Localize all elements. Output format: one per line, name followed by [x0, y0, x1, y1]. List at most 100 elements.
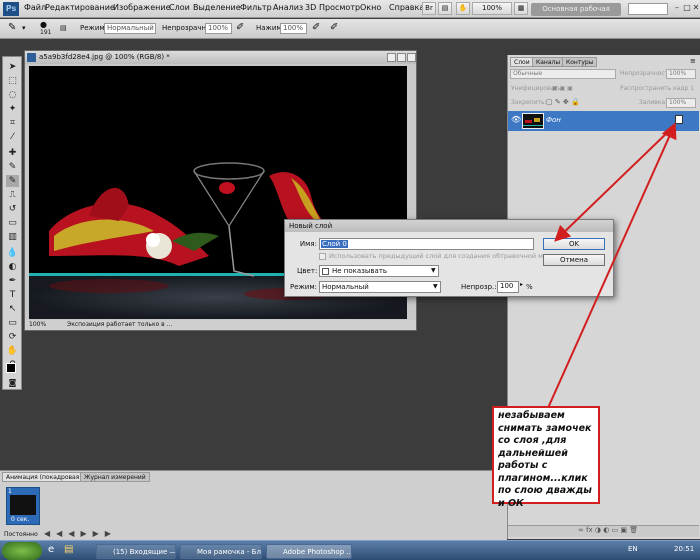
3d-rotate-icon[interactable]: ⟳: [6, 331, 19, 343]
menu-window[interactable]: Окно: [360, 3, 381, 12]
tab-paths[interactable]: Контуры: [562, 57, 598, 67]
panel-menu-icon[interactable]: ≡: [690, 57, 696, 65]
brush-preset-icon[interactable]: ●: [40, 20, 47, 29]
hand-tool-button[interactable]: ✋: [456, 2, 470, 15]
crop-tool-icon[interactable]: ⌗: [6, 117, 19, 129]
doc-maximize-icon[interactable]: [397, 53, 406, 62]
tab-channels[interactable]: Каналы: [532, 57, 565, 67]
document-title[interactable]: a5a9b3fd28e4.jpg @ 100% (RGB/8) *: [25, 51, 416, 64]
lock-icons[interactable]: ▢ ✎ ✥ 🔒: [546, 98, 580, 106]
layer-thumbnail: [522, 113, 544, 129]
active-brush-tool-icon[interactable]: ✎: [6, 175, 19, 187]
menu-select[interactable]: Выделение: [193, 3, 241, 12]
menu-file[interactable]: Файл: [24, 3, 46, 12]
menu-filter[interactable]: Фильтр: [240, 3, 272, 12]
airbrush-icon[interactable]: ✐: [312, 22, 320, 33]
clone-stamp-icon[interactable]: ⎍: [6, 189, 19, 201]
foreground-color-swatch[interactable]: [6, 363, 16, 373]
menu-edit[interactable]: Редактирование: [45, 3, 115, 12]
pen-tool-icon[interactable]: ✒: [6, 275, 19, 287]
clock[interactable]: 20:51: [674, 545, 694, 553]
unify-icons[interactable]: ▣ ▣ ▣: [552, 85, 573, 92]
zoom-level-select[interactable]: 100%: [472, 2, 512, 15]
history-brush-icon[interactable]: ↺: [6, 203, 19, 215]
name-input[interactable]: Слой 0: [319, 238, 534, 250]
quick-select-icon[interactable]: ✦: [6, 103, 19, 115]
menu-view[interactable]: Просмотр: [319, 3, 360, 12]
quick-mask-icon[interactable]: ◙: [6, 377, 19, 389]
menu-3d[interactable]: 3D: [305, 3, 316, 12]
clipping-mask-checkbox[interactable]: [319, 253, 326, 260]
fill-input[interactable]: 100%: [666, 98, 696, 108]
pen-pressure-icon[interactable]: ✐: [236, 22, 244, 33]
tablet-pressure-icon[interactable]: ✐: [330, 22, 338, 33]
start-button[interactable]: [2, 542, 42, 560]
doc-minimize-icon[interactable]: [387, 53, 396, 62]
ie-icon[interactable]: e: [48, 544, 54, 555]
tab-animation[interactable]: Анимация (покадровая): [2, 472, 86, 482]
layer-opacity-input[interactable]: 100%: [666, 69, 696, 79]
healing-brush-icon[interactable]: ✚: [6, 147, 19, 159]
eye-icon[interactable]: 👁: [511, 115, 521, 124]
layers-footer-icons[interactable]: ∞ fx ◑ ◐ ▭ ▣ 🗑: [508, 525, 699, 537]
zoom-status[interactable]: 100%: [29, 320, 46, 330]
frame-time[interactable]: 0 сек.: [11, 516, 29, 523]
blend-mode-select[interactable]: Обычные: [510, 69, 616, 79]
explorer-icon[interactable]: ▤: [64, 544, 73, 555]
tab-layers[interactable]: Слои: [510, 57, 534, 67]
task-photoshop[interactable]: Adobe Photoshop ...: [266, 544, 352, 559]
close-icon[interactable]: ✕: [691, 3, 700, 13]
marquee-tool-icon[interactable]: ⬚: [6, 75, 19, 87]
layer-row-background[interactable]: 👁 Фон: [508, 111, 699, 131]
loop-select[interactable]: Постоянно: [4, 531, 38, 538]
task-blog[interactable]: Моя рамочка - Бло...: [180, 544, 262, 559]
lasso-tool-icon[interactable]: ◌: [6, 89, 19, 101]
menu-layers[interactable]: Слои: [169, 3, 190, 12]
arrange-button[interactable]: ▦: [514, 2, 528, 15]
tab-measurement-log[interactable]: Журнал измерений: [80, 472, 150, 482]
playback-controls[interactable]: ◀◀◀▶▶▶: [44, 529, 117, 538]
name-label: Имя:: [299, 240, 317, 248]
brush-tool-icon[interactable]: ✎: [8, 22, 16, 33]
ok-button[interactable]: OK: [543, 238, 605, 250]
eraser-icon[interactable]: ▭: [6, 217, 19, 229]
eyedropper-icon[interactable]: ⁄: [6, 131, 19, 143]
type-tool-icon[interactable]: T: [6, 289, 19, 301]
task-opera[interactable]: (15) Входящие — ...: [96, 544, 176, 559]
opacity-dropdown-icon[interactable]: ▸: [520, 281, 523, 288]
language-indicator[interactable]: EN: [628, 545, 638, 553]
mode-select[interactable]: Нормальный ▼: [319, 281, 441, 293]
frame-1[interactable]: 1 0 сек.: [6, 487, 40, 525]
move-tool-icon[interactable]: ➤: [6, 61, 19, 73]
brush-tool-icon[interactable]: ✎: [6, 161, 19, 173]
mode-label: Режим:: [80, 24, 108, 32]
mode-select[interactable]: Нормальный: [104, 23, 156, 34]
workspace-switcher[interactable]: Основная рабочая среда: [531, 3, 621, 26]
gradient-icon[interactable]: ▥: [6, 231, 19, 243]
status-info[interactable]: Экспозиция работает только в ...: [67, 320, 172, 330]
shape-tool-icon[interactable]: ▭: [6, 317, 19, 329]
lock-label: Закрепить:: [511, 99, 547, 106]
brush-panel-icon[interactable]: ▤: [60, 24, 67, 32]
pressure-input[interactable]: 100%: [280, 23, 307, 34]
cancel-button[interactable]: Отмена: [543, 254, 605, 266]
opacity-input[interactable]: 100%: [205, 23, 232, 34]
path-select-icon[interactable]: ↖: [6, 303, 19, 315]
blur-tool-icon[interactable]: 💧: [6, 247, 19, 259]
color-select[interactable]: Не показывать ▼: [319, 265, 439, 277]
opacity-input[interactable]: 100: [497, 281, 519, 293]
propagate-frame-checkbox[interactable]: Распространить кадр 1: [620, 85, 694, 92]
minibridge-button[interactable]: ▤: [438, 2, 452, 15]
hand-tool-icon[interactable]: ✋: [6, 345, 19, 357]
menu-help[interactable]: Справка: [389, 3, 424, 12]
menu-analysis[interactable]: Анализ: [273, 3, 303, 12]
lock-icon[interactable]: [675, 115, 683, 124]
menu-image[interactable]: Изображение: [113, 3, 171, 12]
dodge-tool-icon[interactable]: ◐: [6, 261, 19, 273]
doc-close-icon[interactable]: [407, 53, 416, 62]
minimize-icon[interactable]: –: [672, 3, 682, 13]
layer-name[interactable]: Фон: [546, 116, 561, 124]
bridge-button[interactable]: Br: [422, 2, 436, 15]
search-input[interactable]: [628, 3, 668, 15]
chevron-down-icon[interactable]: ▾: [22, 24, 26, 32]
